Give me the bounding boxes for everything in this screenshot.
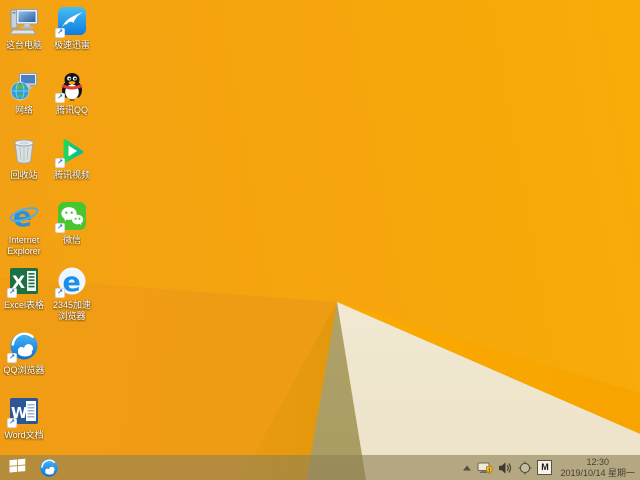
desktop-icon-label: Word文档 — [4, 430, 44, 440]
network-warning-icon[interactable] — [477, 455, 493, 480]
desktop-icon-this-pc[interactable]: 这台电脑 — [1, 5, 47, 70]
taskbar-pinned-qq-browser[interactable] — [34, 455, 64, 480]
qq-browser-icon — [40, 458, 58, 477]
recycle-bin-icon — [8, 135, 40, 167]
this-pc-icon — [8, 5, 40, 37]
excel-icon: X ↗ — [7, 265, 40, 298]
taskbar-clock[interactable]: 12:30 2019/10/14 星期一 — [557, 457, 638, 478]
desktop-icon-label: 极速迅雷 — [53, 40, 90, 50]
desktop-icon-2345-browser[interactable]: e ↗ 2345加速浏览器 — [49, 265, 95, 330]
desktop-icon-label: 网络 — [14, 105, 33, 115]
svg-text:e: e — [13, 200, 32, 232]
ime-letter: M — [537, 460, 553, 475]
network-icon — [8, 70, 40, 102]
desktop-icon-grid: 这台电脑 ↗ 极速迅雷 网络 ↗ 腾讯QQ 回收站 ↗ 腾讯视频 e Inter… — [1, 5, 95, 460]
desktop-icon-excel[interactable]: X ↗ Excel表格 — [1, 265, 47, 330]
shortcut-arrow-icon: ↗ — [7, 288, 17, 298]
desktop-icon-label: 腾讯QQ — [55, 105, 88, 115]
hidden-icons-chevron[interactable] — [462, 455, 472, 480]
desktop-icon-label: QQ浏览器 — [3, 365, 45, 375]
word-icon: W ↗ — [7, 395, 40, 428]
desktop-icon-label: Internet Explorer — [7, 235, 41, 256]
svg-text:e: e — [63, 267, 81, 297]
shortcut-arrow-icon: ↗ — [55, 93, 65, 103]
desktop-icon-label: Excel表格 — [3, 300, 44, 310]
desktop-icon-label: 微信 — [62, 235, 81, 245]
desktop-icon-network[interactable]: 网络 — [1, 70, 47, 135]
2345-browser-icon: e ↗ — [55, 265, 88, 298]
internet-explorer-icon: e — [8, 200, 40, 232]
desktop-icon-wechat[interactable]: ↗ 微信 — [49, 200, 95, 265]
taskbar: M 12:30 2019/10/14 星期一 — [0, 455, 640, 480]
desktop-icon-tencent-video[interactable]: ↗ 腾讯视频 — [49, 135, 95, 200]
shortcut-arrow-icon: ↗ — [7, 353, 17, 363]
wechat-icon: ↗ — [55, 200, 88, 233]
shortcut-arrow-icon: ↗ — [55, 28, 65, 38]
desktop-icon-qq-browser[interactable]: ↗ QQ浏览器 — [1, 330, 47, 395]
shortcut-arrow-icon: ↗ — [7, 418, 17, 428]
tencent-video-icon: ↗ — [55, 135, 88, 168]
shortcut-arrow-icon: ↗ — [55, 288, 65, 298]
target-circle-icon[interactable] — [518, 455, 532, 480]
desktop-icon-label: 回收站 — [10, 170, 38, 180]
desktop-icon-label: 这台电脑 — [5, 40, 42, 50]
desktop-icon-xunlei-speed[interactable]: ↗ 极速迅雷 — [49, 5, 95, 70]
tencent-qq-icon: ↗ — [55, 70, 88, 103]
desktop-icon-label: 腾讯视频 — [53, 170, 90, 180]
start-button[interactable] — [0, 455, 34, 480]
volume-icon[interactable] — [498, 455, 513, 480]
shortcut-arrow-icon: ↗ — [55, 223, 65, 233]
clock-date: 2019/10/14 星期一 — [560, 467, 635, 478]
qq-browser-icon: ↗ — [7, 330, 40, 363]
clock-time: 12:30 — [586, 457, 609, 467]
desktop-icon-recycle-bin[interactable]: 回收站 — [1, 135, 47, 200]
desktop-icon-label: 2345加速浏览器 — [52, 300, 92, 321]
desktop-icon-tencent-qq[interactable]: ↗ 腾讯QQ — [49, 70, 95, 135]
windows-flag-icon — [9, 458, 26, 478]
system-tray: M 12:30 2019/10/14 星期一 — [462, 455, 638, 480]
desktop-icon-word[interactable]: W ↗ Word文档 — [1, 395, 47, 460]
desktop-icon-internet-explorer[interactable]: e Internet Explorer — [1, 200, 47, 265]
shortcut-arrow-icon: ↗ — [55, 158, 65, 168]
xunlei-speed-icon: ↗ — [55, 5, 88, 38]
ime-indicator[interactable]: M — [537, 455, 553, 480]
